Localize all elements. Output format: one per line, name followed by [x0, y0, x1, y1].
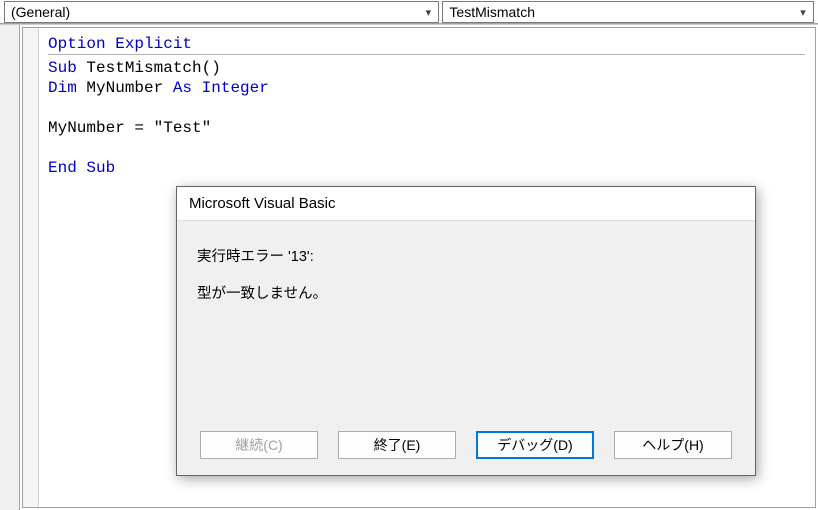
- debug-button[interactable]: デバッグ(D): [476, 431, 594, 459]
- code-keyword: End Sub: [48, 159, 115, 177]
- code-keyword: Sub: [48, 59, 77, 77]
- chevron-down-icon: ▾: [795, 6, 811, 19]
- object-dropdown[interactable]: (General) ▾: [4, 1, 439, 23]
- procedure-dropdown-value: TestMismatch: [449, 4, 535, 20]
- help-button[interactable]: ヘルプ(H): [614, 431, 732, 459]
- dialog-body: 実行時エラー '13': 型が一致しません。: [177, 221, 755, 337]
- code-keyword: Dim: [48, 79, 77, 97]
- dialog-title: Microsoft Visual Basic: [177, 187, 755, 221]
- chevron-down-icon: ▾: [420, 6, 436, 19]
- continue-button: 継続(C): [200, 431, 318, 459]
- code-content: Option Explicit Sub TestMismatch() Dim M…: [23, 28, 815, 184]
- procedure-dropdown[interactable]: TestMismatch ▾: [442, 1, 814, 23]
- object-dropdown-value: (General): [11, 4, 70, 20]
- code-text: MyNumber: [77, 79, 173, 97]
- end-button[interactable]: 終了(E): [338, 431, 456, 459]
- code-keyword: As Integer: [173, 79, 269, 97]
- outer-gutter: [0, 25, 20, 510]
- dialog-button-row: 継続(C) 終了(E) デバッグ(D) ヘルプ(H): [177, 431, 755, 459]
- code-text: MyNumber = "Test": [48, 119, 211, 137]
- code-keyword: Option Explicit: [48, 35, 192, 53]
- error-dialog: Microsoft Visual Basic 実行時エラー '13': 型が一致…: [176, 186, 756, 476]
- indicator-margin: [23, 28, 39, 507]
- dropdown-bar: (General) ▾ TestMismatch ▾: [0, 0, 818, 24]
- proc-separator: [48, 54, 805, 55]
- code-text: TestMismatch(): [77, 59, 221, 77]
- error-line-2: 型が一致しません。: [197, 282, 735, 303]
- error-line-1: 実行時エラー '13':: [197, 245, 735, 266]
